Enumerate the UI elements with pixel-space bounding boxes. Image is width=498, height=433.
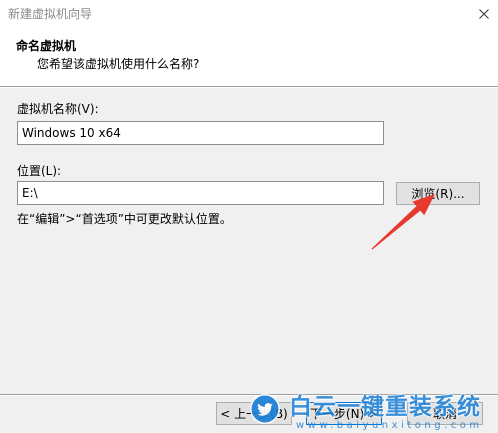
vm-name-input[interactable] bbox=[17, 121, 384, 145]
back-button[interactable]: < 上一步(B) bbox=[216, 402, 292, 425]
wizard-content: 虚拟机名称(V): 位置(L): 浏览(R)... 在“编辑”>“首选项”中可更… bbox=[0, 88, 498, 394]
title-bar: 新建虚拟机向导 bbox=[0, 0, 498, 28]
browse-button[interactable]: 浏览(R)... bbox=[396, 182, 480, 205]
vm-name-label: 虚拟机名称(V): bbox=[17, 102, 99, 116]
next-button[interactable]: 下一步(N) > bbox=[306, 402, 382, 425]
location-input[interactable] bbox=[17, 181, 384, 205]
step-subtitle: 您希望该虚拟机使用什么名称? bbox=[37, 57, 200, 71]
close-button[interactable] bbox=[470, 0, 498, 28]
close-icon bbox=[479, 9, 489, 19]
wizard-footer: < 上一步(B) 下一步(N) > 取消 bbox=[0, 394, 498, 433]
step-title: 命名虚拟机 bbox=[16, 39, 77, 53]
location-hint: 在“编辑”>“首选项”中可更改默认位置。 bbox=[17, 212, 232, 226]
window-title: 新建虚拟机向导 bbox=[8, 7, 93, 21]
footer-divider bbox=[0, 394, 498, 396]
wizard-header: 命名虚拟机 您希望该虚拟机使用什么名称? bbox=[0, 28, 498, 86]
new-vm-wizard-window: 新建虚拟机向导 命名虚拟机 您希望该虚拟机使用什么名称? 虚拟机名称(V): 位… bbox=[0, 0, 498, 433]
location-label: 位置(L): bbox=[17, 164, 62, 178]
cancel-button[interactable]: 取消 bbox=[407, 402, 483, 425]
close-icon-glyph bbox=[479, 9, 489, 19]
